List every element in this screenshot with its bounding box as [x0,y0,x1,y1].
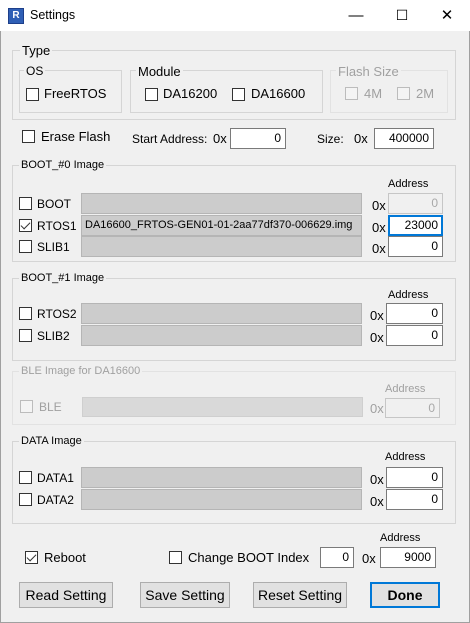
app-icon: R [8,8,24,24]
boot-index-address-header: Address [380,532,421,544]
rtos1-label: RTOS1 [37,219,77,233]
freertos-label: FreeRTOS [44,86,107,101]
size-label: Size: [317,132,344,146]
slib1-address-input[interactable]: 0 [388,236,443,257]
reboot-label: Reboot [44,550,86,565]
erase-flash-checkbox[interactable] [22,130,35,143]
slib1-checkbox[interactable] [19,240,32,253]
slib2-address-prefix: 0x [370,330,384,345]
maximize-button[interactable]: ☐ [379,0,425,31]
data1-label: DATA1 [37,471,74,485]
ble-title: BLE Image for DA16600 [19,365,143,377]
ble-label: BLE [39,400,62,414]
boot-index-address-prefix: 0x [362,551,376,566]
rtos2-label: RTOS2 [37,307,77,321]
slib2-checkbox[interactable] [19,329,32,342]
ble-address-header: Address [385,383,426,395]
da16200-label: DA16200 [163,86,218,101]
size-prefix: 0x [354,131,368,146]
flash-4m-checkbox[interactable] [345,87,358,100]
slib2-address-input[interactable]: 0 [386,325,443,346]
erase-flash-label: Erase Flash [41,129,111,144]
boot-address-input[interactable]: 0 [388,193,443,214]
flash-size-label: Flash Size [336,64,401,79]
maximize-icon: ☐ [395,7,409,23]
close-button[interactable]: ✕ [424,0,470,31]
start-address-label: Start Address: [132,132,208,146]
freertos-checkbox[interactable] [26,88,39,101]
data1-path-field[interactable] [81,467,362,488]
data1-address-prefix: 0x [370,472,384,487]
boot-checkbox[interactable] [19,197,32,210]
ble-path-field[interactable] [82,397,363,417]
slib2-label: SLIB2 [37,329,70,343]
start-address-input[interactable]: 0 [230,128,286,149]
boot0-address-header: Address [388,178,429,190]
rtos1-address-prefix: 0x [372,220,386,235]
reboot-checkbox[interactable] [25,551,38,564]
ble-checkbox[interactable] [20,400,33,413]
read-setting-button[interactable]: Read Setting [19,582,113,608]
os-label: OS [24,64,46,78]
da16600-label: DA16600 [251,86,306,101]
data-image-title: DATA Image [19,435,84,447]
data1-checkbox[interactable] [19,471,32,484]
data2-label: DATA2 [37,493,74,507]
boot-index-input[interactable]: 0 [320,547,354,568]
close-icon: ✕ [440,7,454,24]
flash-2m-checkbox[interactable] [397,87,410,100]
ble-address-input[interactable]: 0 [385,398,440,418]
change-boot-index-label: Change BOOT Index [188,550,310,565]
rtos2-checkbox[interactable] [19,307,32,320]
data-image-address-header: Address [385,451,426,463]
reset-setting-button[interactable]: Reset Setting [253,582,347,608]
data1-address-input[interactable]: 0 [386,467,443,488]
boot1-title: BOOT_#1 Image [19,272,107,284]
rtos1-path-field[interactable]: DA16600_FRTOS-GEN01-01-2aa77df370-006629… [81,215,362,236]
data2-checkbox[interactable] [19,493,32,506]
save-setting-button[interactable]: Save Setting [140,582,230,608]
da16600-checkbox[interactable] [232,88,245,101]
rtos1-checkbox[interactable] [19,219,32,232]
change-boot-index-checkbox[interactable] [169,551,182,564]
flash-4m-label: 4M [364,86,383,101]
boot-path-field[interactable] [81,193,362,214]
type-label: Type [20,43,53,58]
minimize-icon: — [348,7,364,24]
ble-address-prefix: 0x [370,401,384,416]
rtos1-address-input[interactable]: 23000 [388,215,443,236]
data2-path-field[interactable] [81,489,362,510]
done-button[interactable]: Done [370,582,440,608]
size-input[interactable]: 400000 [374,128,434,149]
slib2-path-field[interactable] [81,325,362,346]
boot1-address-header: Address [388,289,429,301]
rtos2-address-input[interactable]: 0 [386,303,443,324]
slib1-label: SLIB1 [37,240,70,254]
data2-address-prefix: 0x [370,494,384,509]
slib1-path-field[interactable] [81,236,362,257]
rtos2-address-prefix: 0x [370,308,384,323]
slib1-address-prefix: 0x [372,241,386,256]
window-title: Settings [30,8,76,22]
boot-address-prefix: 0x [372,198,386,213]
boot-index-address-input[interactable]: 9000 [380,547,436,568]
module-label: Module [136,64,183,79]
rtos2-path-field[interactable] [81,303,362,324]
data2-address-input[interactable]: 0 [386,489,443,510]
boot0-title: BOOT_#0 Image [19,159,107,171]
minimize-button[interactable]: — [333,0,379,31]
flash-2m-label: 2M [416,86,435,101]
start-address-prefix: 0x [213,131,227,146]
da16200-checkbox[interactable] [145,88,158,101]
boot-label: BOOT [37,197,72,211]
